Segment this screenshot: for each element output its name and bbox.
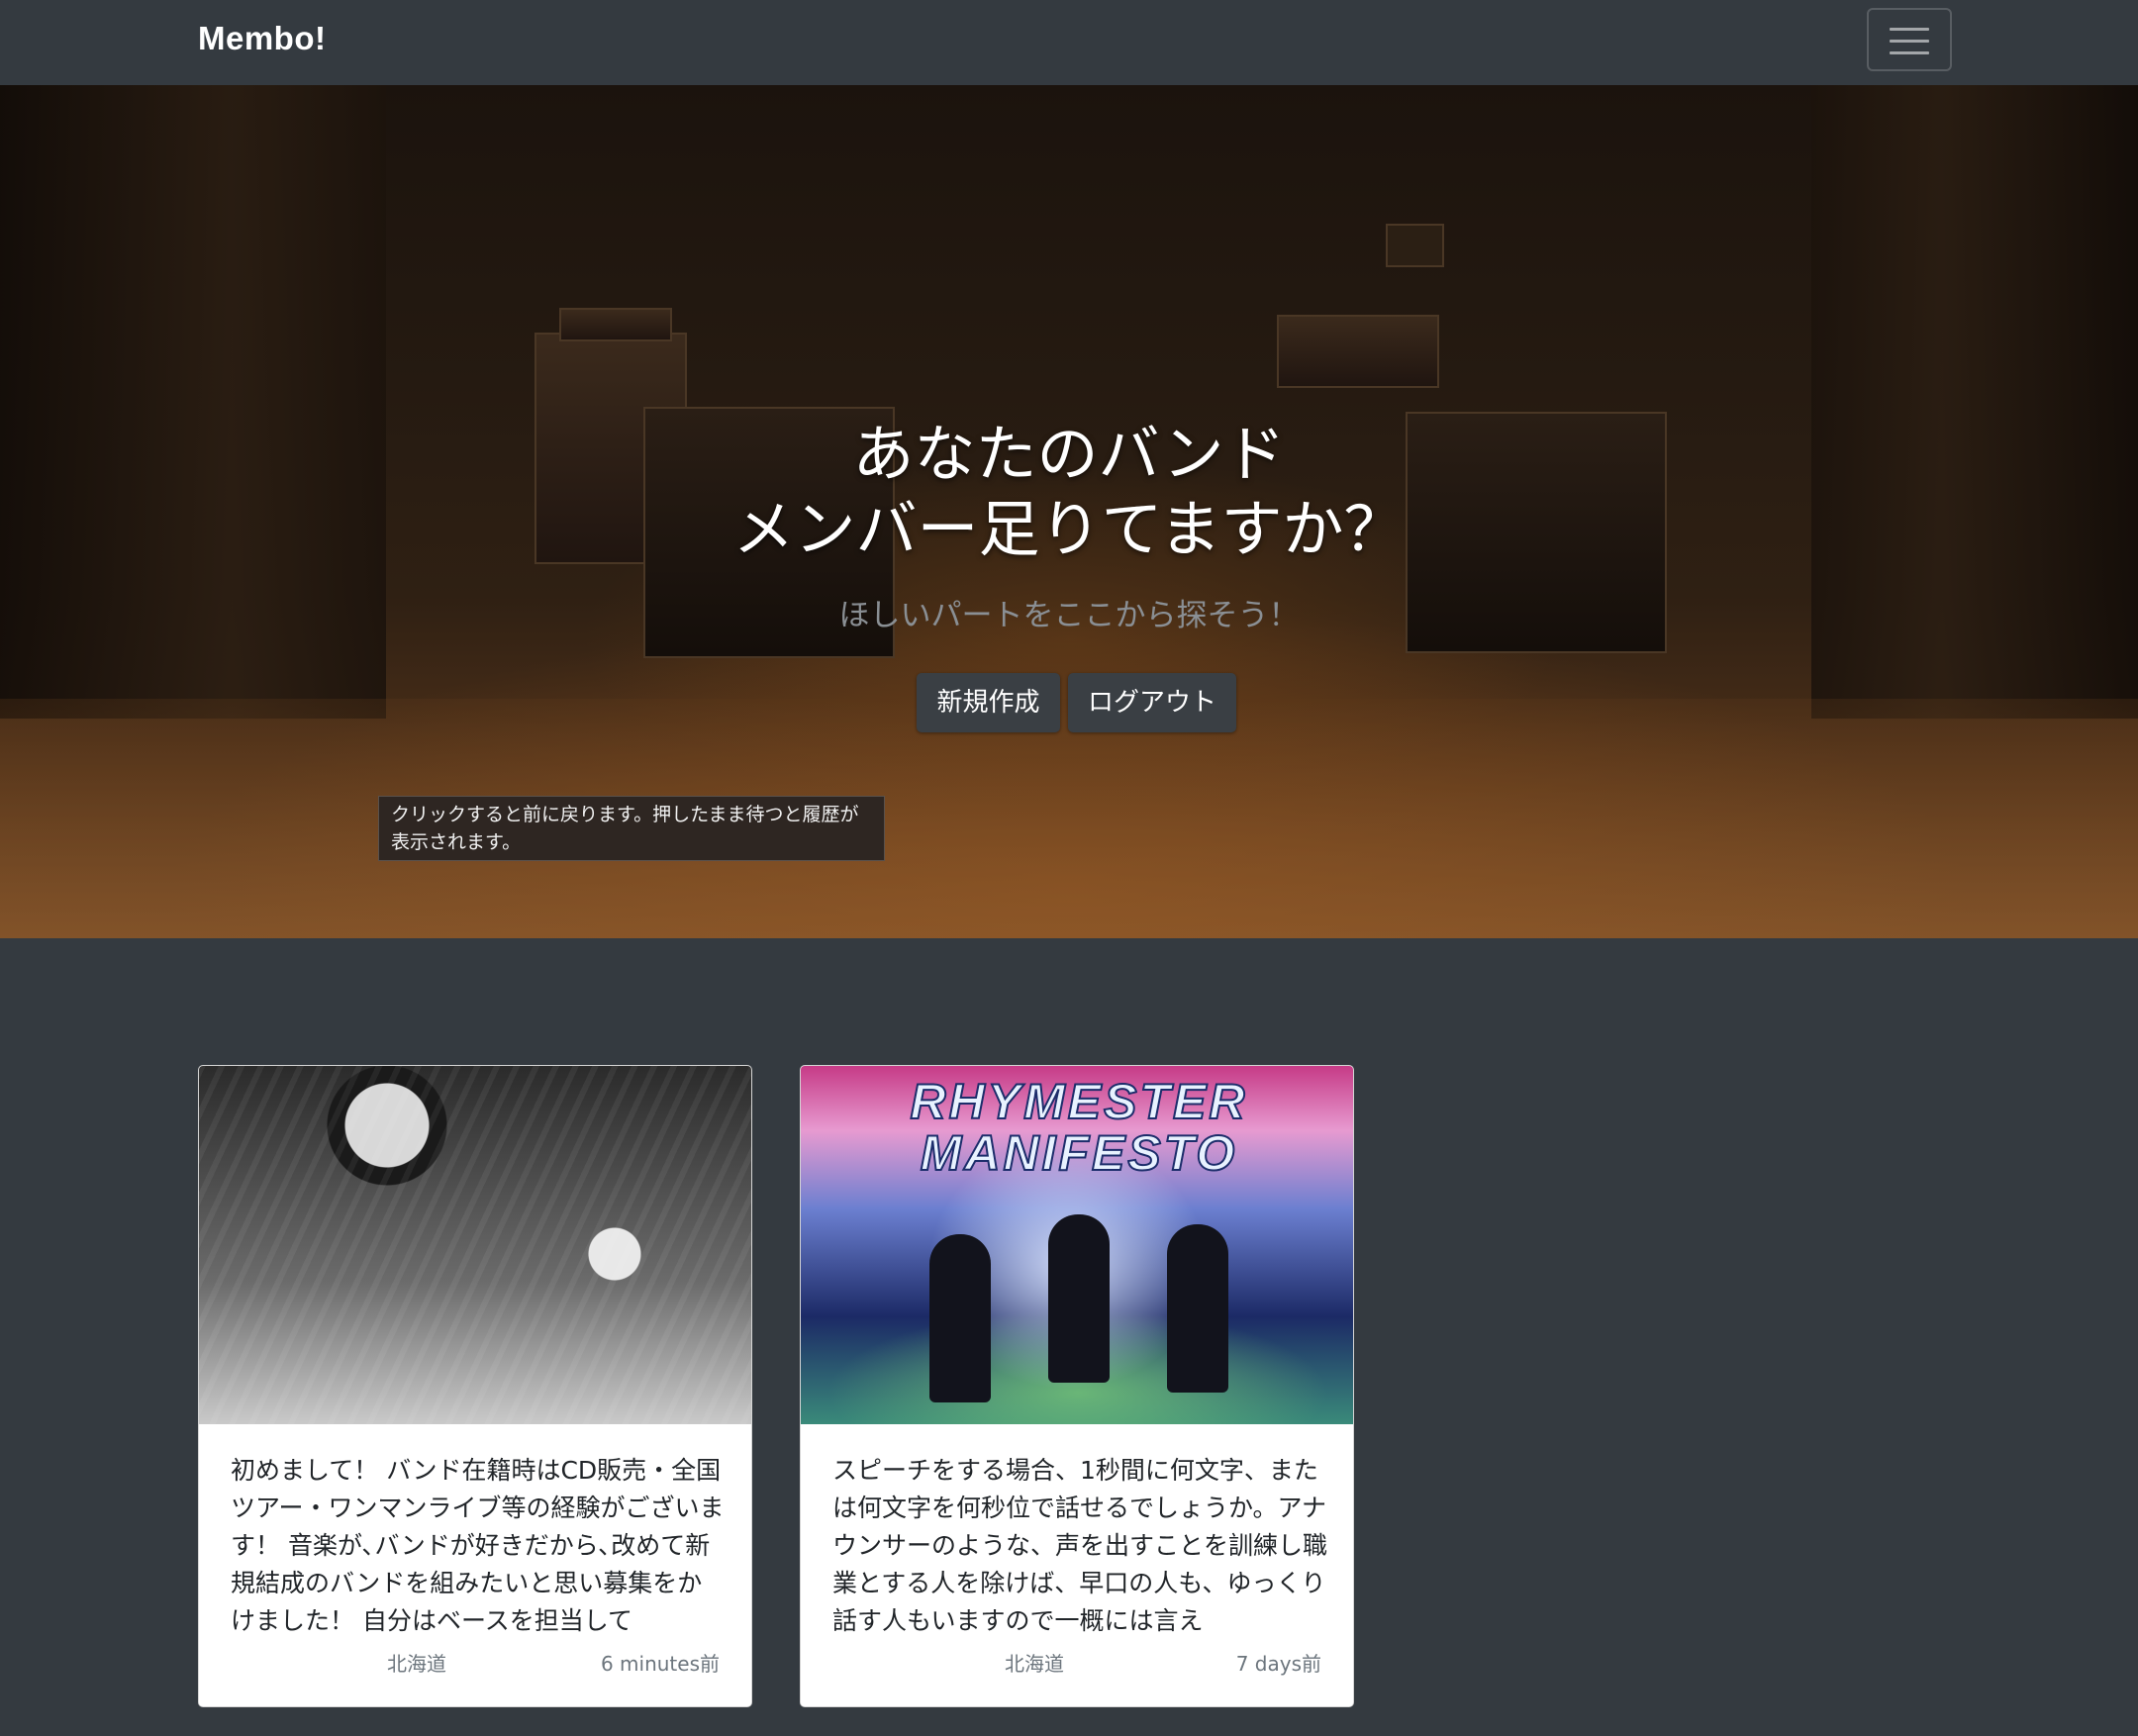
post-card[interactable]: 初めまして！ バンド在籍時はCD販売・全国ツアー・ワンマンライブ等の経験がござい… — [198, 1065, 752, 1707]
logout-button[interactable]: ログアウト — [1068, 673, 1236, 732]
post-time: 6 minutes前 — [600, 1652, 720, 1676]
navbar: Membo! — [0, 0, 2138, 86]
navbar-toggle-button[interactable] — [1867, 8, 1952, 71]
hero-title-line-2: メンバー足りてますか？ — [732, 493, 1406, 565]
poster-title: RHYMESTER MANIFESTO — [910, 1074, 1248, 1181]
hero-section: あなたのバンド メンバー足りてますか？ ほしいパートをここから探そう！ 新規作成… — [0, 85, 2138, 938]
hero-subtitle: ほしいパートをここから探そう！ — [838, 598, 1300, 633]
hero-title-line-1: あなたのバンド — [852, 418, 1286, 490]
hero-title: あなたのバンド メンバー足りてますか？ — [0, 417, 2138, 567]
new-post-button[interactable]: 新規作成 — [917, 673, 1060, 732]
post-image[interactable] — [199, 1066, 751, 1424]
post-card[interactable]: RHYMESTER MANIFESTO スピーチをする場合、1秒間に何文字、また… — [800, 1065, 1354, 1707]
back-button-tooltip: クリックすると前に戻ります。押したまま待つと履歴が表示されます。 — [378, 796, 885, 861]
post-image[interactable]: RHYMESTER MANIFESTO — [801, 1066, 1353, 1424]
post-region: 北海道 — [1005, 1652, 1064, 1676]
brand-logo[interactable]: Membo! — [198, 20, 327, 57]
post-time: 7 days前 — [1235, 1652, 1321, 1676]
post-region: 北海道 — [387, 1652, 446, 1676]
